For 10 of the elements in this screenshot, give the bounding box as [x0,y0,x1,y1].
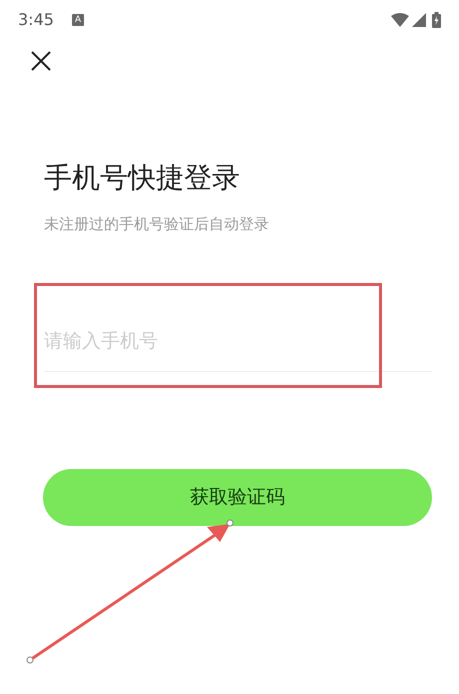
page-title: 手机号快捷登录 [44,160,241,196]
signal-icon [412,13,426,27]
status-time: 3:45 [18,9,54,31]
battery-icon [432,12,441,28]
get-code-button[interactable]: 获取验证码 [43,468,432,526]
close-button[interactable] [30,50,52,72]
wifi-icon [391,13,409,27]
close-icon [31,51,51,71]
subtitle: 未注册过的手机号验证后自动登录 [44,214,270,235]
notification-icon: A [72,14,84,26]
